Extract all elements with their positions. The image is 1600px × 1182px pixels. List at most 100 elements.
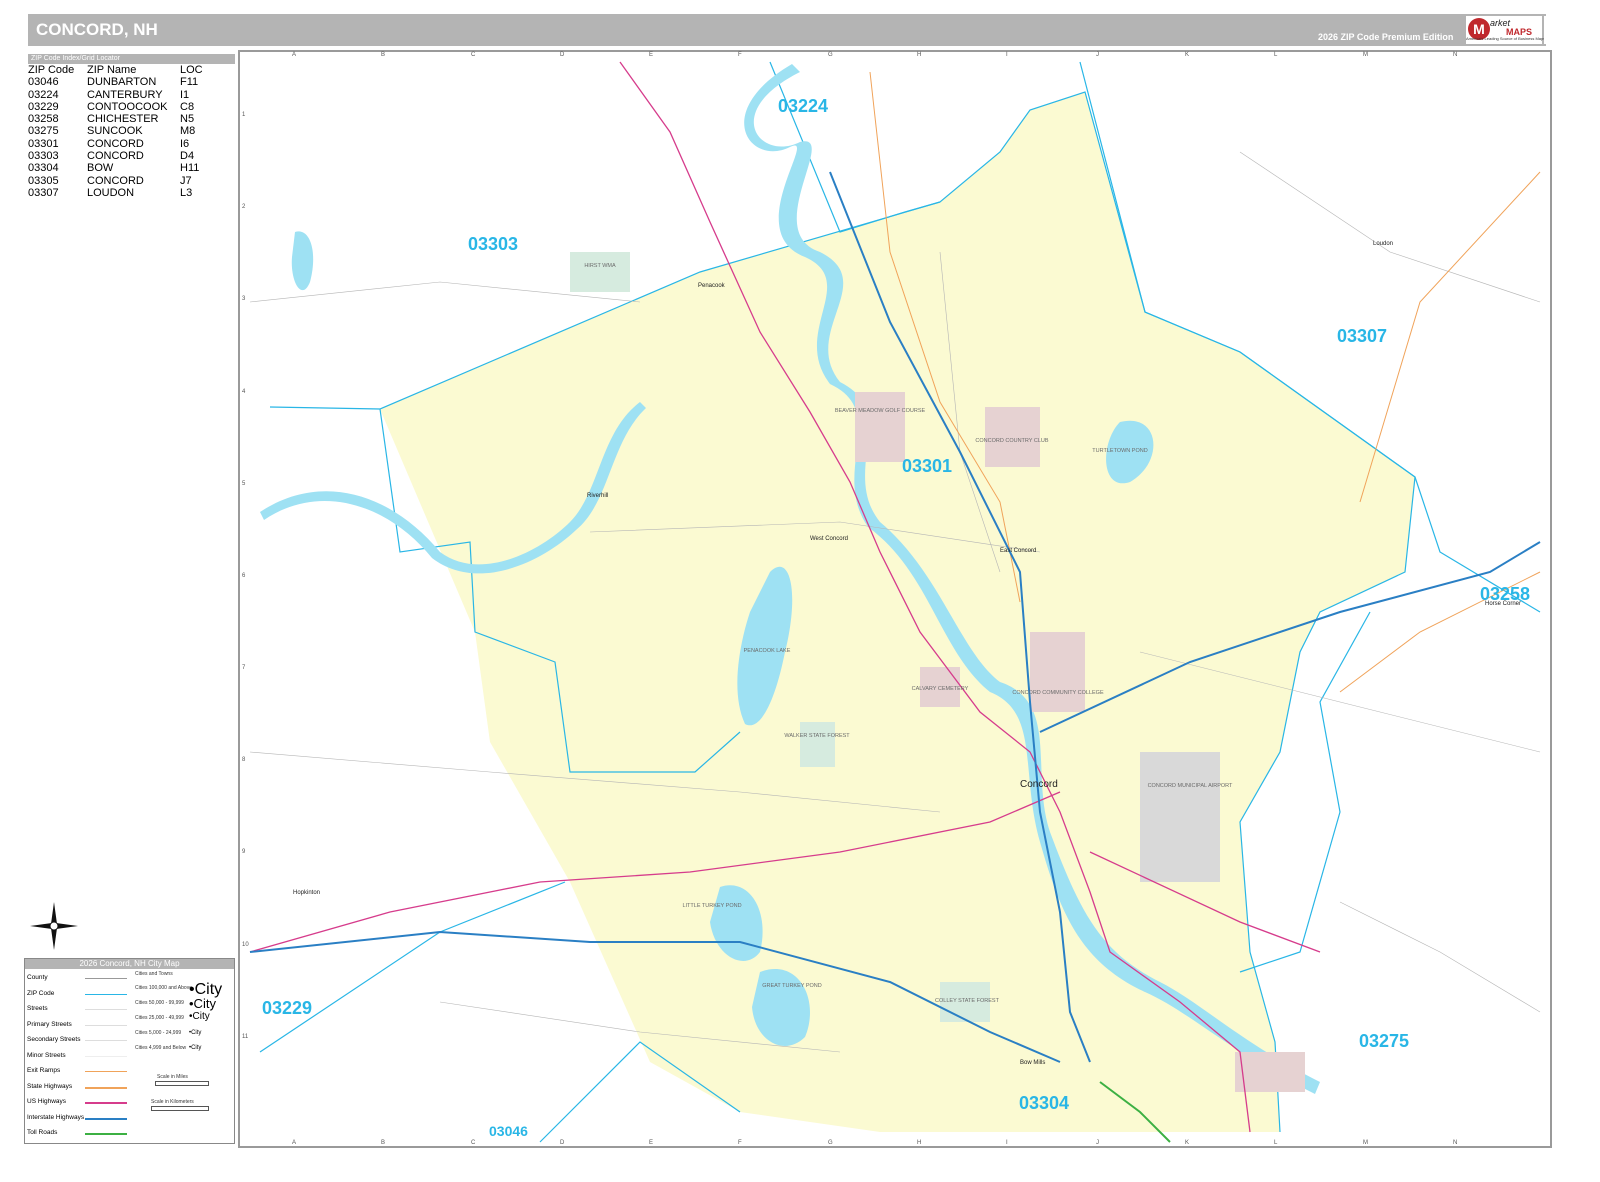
feature-label: HIRST WMA [584,263,616,269]
place-label: Bow Mills [1020,1060,1045,1066]
feature-label: PENACOOK LAKE [744,648,791,654]
locator-zip-code: 03229 [28,100,59,113]
locator-row: 03258 CHICHESTER N5 [28,113,235,125]
place-label: Concord [1020,779,1058,790]
locator-row: 03303 CONCORD D4 [28,150,235,162]
locator-row: 03046 DUNBARTON F11 [28,76,235,88]
locator-zip-code: 03258 [28,113,59,126]
col-zip-name: ZIP Name [87,64,137,76]
locator-zip-name: CONTOOCOOK [87,100,168,113]
feature-label: LITTLE TURKEY POND [682,903,741,909]
feature-label: CALVARY CEMETERY [912,686,969,692]
grid-column-label: K [1185,52,1190,58]
locator-grid: M8 [180,125,196,138]
grid-column-label: F [738,52,742,58]
zip-label-03229: 03229 [262,998,312,1018]
feature-label: WALKER STATE FOREST [784,733,850,739]
airport-area [1140,752,1220,882]
scale-bar-miles [155,1081,209,1086]
legend-line-swatch [85,1009,127,1010]
locator-zip-code: 03301 [28,137,59,150]
locator-grid: L3 [180,186,193,199]
grid-column-label: H [917,1140,922,1146]
locator-row: 03275 SUNCOOK M8 [28,125,235,137]
compass-rose-icon [28,900,80,952]
grid-column-label: C [471,1140,476,1146]
zip-label-03303: 03303 [468,234,518,254]
feature-label: COLLEY STATE FOREST [935,998,1000,1004]
map-canvas[interactable]: 03224 03303 03301 03307 03258 03229 0327… [240,52,1550,1146]
grid-row-label: 5 [242,481,246,487]
grid-row-label: 8 [242,757,246,763]
locator-grid: I6 [180,137,190,150]
grid-column-label: A [292,52,297,58]
grid-column-label: C [471,52,476,58]
grid-column-label: M [1363,1140,1368,1146]
locator-zip-code: 03303 [28,150,59,163]
feature-label: CONCORD COUNTRY CLUB [975,438,1048,444]
legend-line-swatch [85,1086,127,1089]
locator-grid: C8 [180,100,195,113]
legend-title: 2026 Concord, NH City Map [25,959,234,969]
legend-city-range: Cities 25,000 - 49,999 [135,1015,184,1021]
locator-zip-code: 03046 [28,76,59,89]
grid-row-label: 1 [242,112,246,118]
grid-column-label: M [1363,52,1368,58]
locator-zip-name: LOUDON [87,186,135,199]
grid-column-label: N [1453,52,1458,58]
place-label: Loudon [1373,241,1393,247]
grid-column-label: A [292,1140,297,1146]
grid-row-label: 6 [242,573,246,579]
legend-item-label: Minor Streets [27,1051,66,1059]
golf-course-area [855,392,905,462]
zip-label-03301: 03301 [902,456,952,476]
legend-city-sample: •City [189,996,216,1011]
legend-item-label: US Highways [27,1098,67,1105]
legend-line-swatch [85,1024,127,1026]
legend-city-range: Cities 5,000 - 24,999 [135,1030,182,1036]
locator-row: 03307 LOUDON L3 [28,187,235,199]
legend-item-label: Exit Ramps [27,1067,61,1074]
grid-column-label: J [1096,52,1099,58]
grid-column-label: K [1185,1140,1190,1146]
legend-line-swatch [85,1117,127,1120]
community-college-area [1030,632,1085,712]
feature-label: TURTLETOWN POND [1092,448,1147,454]
grid-column-label: D [560,52,565,58]
grid-row-label: 3 [242,296,246,302]
legend-scale-miles: Scale in Miles [157,1074,188,1080]
locator-zip-name: DUNBARTON [87,76,157,89]
feature-label: CONCORD COMMUNITY COLLEGE [1012,690,1104,696]
locator-header-row: ZIP Code ZIP Name LOC [28,64,235,76]
locator-grid: F11 [180,76,199,89]
legend-line-swatch [85,1055,127,1057]
publisher-info [1544,16,1574,44]
country-club-area [985,407,1040,467]
zip-03301-area [380,92,1415,1132]
locator-zip-code: 03275 [28,125,59,138]
locator-grid: D4 [180,150,195,163]
zip-label-03275: 03275 [1359,1031,1409,1051]
zip-label-03307: 03307 [1337,326,1387,346]
legend-city-sample: •City [189,1011,210,1022]
edition-label: 2026 ZIP Code Premium Edition [1318,32,1454,42]
grid-column-label: L [1274,52,1278,58]
street [1339,901,1541,1013]
legend-scale-km: Scale in Kilometers [151,1099,194,1105]
legend-item-label: Interstate Highways [27,1113,85,1121]
map-area[interactable]: 03224 03303 03301 03307 03258 03229 0327… [238,50,1552,1148]
grid-row-label: 7 [242,665,246,671]
map-legend: 2026 Concord, NH City Map County ZIP Code… [24,958,235,1144]
walker-forest-area [800,722,835,767]
scale-bar-km [151,1106,209,1111]
locator-zip-name: BOW [87,162,114,175]
feature-label: BEAVER MEADOW GOLF COURSE [835,408,926,414]
locator-grid: I1 [180,88,190,101]
legend-city-range: Cities 4,999 and Below [135,1045,187,1051]
place-label: Riverhill [587,493,608,499]
grid-column-label: G [828,1140,833,1146]
street [1239,151,1541,303]
locator-row: 03229 CONTOOCOOK C8 [28,101,235,113]
locator-grid: J7 [180,174,192,187]
grid-column-label: I [1006,1140,1008,1146]
